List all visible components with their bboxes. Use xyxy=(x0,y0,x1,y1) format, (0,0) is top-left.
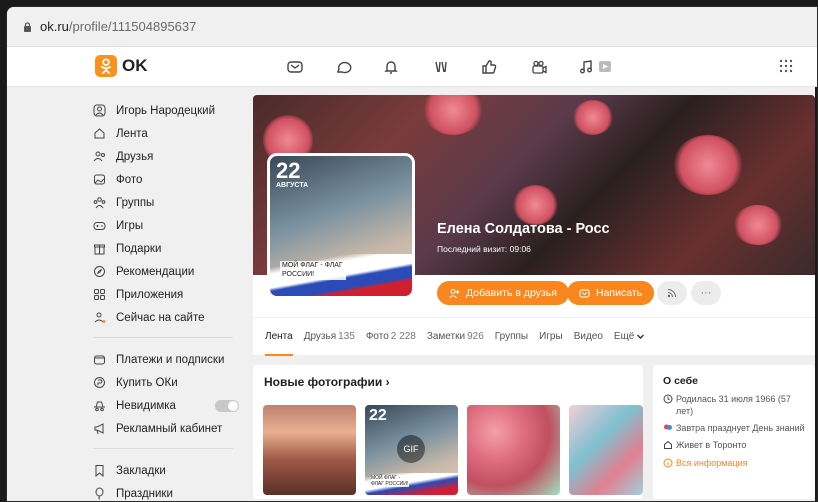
balloon-icon xyxy=(95,487,104,500)
rss-icon xyxy=(667,289,676,298)
sidebar-item-apps[interactable]: Приложения xyxy=(93,283,243,306)
tab-friends[interactable]: Друзья 135 xyxy=(304,318,355,356)
profile-avatar[interactable]: 22 АВГУСТА МОЙ ФЛАГ - ФЛАГ РОССИИ! xyxy=(267,153,415,299)
left-sidebar: Игорь Народецкий Лента Друзья Фото Групп… xyxy=(93,99,243,501)
profile-name: Елена Солдатова - Росс xyxy=(437,221,610,237)
video-icon[interactable] xyxy=(529,57,549,77)
all-info-link[interactable]: Вся информация xyxy=(663,457,805,469)
lock-icon xyxy=(24,21,31,32)
tab-notes[interactable]: Заметки 926 xyxy=(427,318,484,356)
sidebar-divider xyxy=(93,448,233,449)
incognito-icon xyxy=(94,401,105,412)
chevron-down-icon xyxy=(637,334,645,339)
sidebar-item-invisible[interactable]: Невидимка xyxy=(93,394,243,417)
compass-icon xyxy=(94,266,105,277)
birthday-icon xyxy=(663,394,673,404)
about-holiday: Завтра празднует День знаний xyxy=(663,422,805,434)
groups-icon xyxy=(93,197,106,209)
likes-icon[interactable] xyxy=(479,57,499,77)
online-icon xyxy=(94,312,106,323)
sidebar-item-gifts[interactable]: Подарки xyxy=(93,237,243,260)
balloons-icon xyxy=(664,424,672,431)
guests-icon[interactable] xyxy=(431,57,451,77)
last-visit: Последний визит: 09:06 xyxy=(437,244,531,254)
invisible-toggle[interactable] xyxy=(215,399,239,412)
bookmark-icon xyxy=(95,465,104,477)
coin-icon xyxy=(94,377,105,388)
friends-icon xyxy=(93,151,105,162)
about-born: Родилась 31 июля 1966 (57 лет) xyxy=(663,393,805,417)
ok-logo-icon xyxy=(95,55,117,77)
new-photos-section: Новые фотографии › 22 МОЙ ФЛАГ - ФЛАГ РО… xyxy=(253,365,643,499)
photo-thumb[interactable] xyxy=(263,405,356,495)
user-icon xyxy=(93,104,106,117)
top-navbar: OK xyxy=(7,47,817,87)
sidebar-item-holidays[interactable]: Праздники xyxy=(93,482,243,501)
sidebar-item-bookmarks[interactable]: Закладки xyxy=(93,459,243,482)
sidebar-item-games[interactable]: Игры xyxy=(93,214,243,237)
photo-thumb[interactable]: 22 МОЙ ФЛАГ - ФЛАГ РОССИИ! GIF xyxy=(365,405,458,495)
wallet-icon xyxy=(94,355,105,365)
tab-feed[interactable]: Лента xyxy=(265,318,293,356)
new-photos-title[interactable]: Новые фотографии › xyxy=(264,375,390,389)
sidebar-item-friends[interactable]: Друзья xyxy=(93,145,243,168)
sidebar-divider xyxy=(93,337,233,338)
about-location: Живет в Торонто xyxy=(663,439,805,451)
notifications-icon[interactable] xyxy=(381,57,401,77)
profile-cover: 22 АВГУСТА МОЙ ФЛАГ - ФЛАГ РОССИИ! Елена … xyxy=(253,95,815,317)
tab-games[interactable]: Игры xyxy=(539,318,563,356)
sidebar-item-photos[interactable]: Фото xyxy=(93,168,243,191)
avatar-caption: МОЙ ФЛАГ - ФЛАГ РОССИИ! xyxy=(280,261,346,280)
photo-thumb[interactable] xyxy=(569,405,643,495)
subscribe-button[interactable] xyxy=(657,281,687,305)
photo-icon xyxy=(94,174,105,185)
tab-groups[interactable]: Группы xyxy=(495,318,528,356)
sidebar-item-profile[interactable]: Игорь Народецкий xyxy=(93,99,243,122)
sidebar-item-feed[interactable]: Лента xyxy=(93,122,243,145)
music-icon[interactable] xyxy=(577,57,623,77)
apps-grid-icon[interactable] xyxy=(779,59,793,76)
avatar-date: 22 АВГУСТА xyxy=(276,158,309,190)
address-bar[interactable]: ok.ru/profile/111504895637 xyxy=(7,7,817,47)
about-section: О себе Родилась 31 июля 1966 (57 лет) За… xyxy=(653,365,815,499)
profile-main: 22 АВГУСТА МОЙ ФЛАГ - ФЛАГ РОССИИ! Елена … xyxy=(253,95,815,499)
photo-thumb[interactable] xyxy=(467,405,560,495)
sidebar-item-groups[interactable]: Группы xyxy=(93,191,243,214)
sidebar-item-recommendations[interactable]: Рекомендации xyxy=(93,260,243,283)
sidebar-item-online[interactable]: Сейчас на сайте xyxy=(93,306,243,329)
profile-tabs: Лента Друзья 135 Фото 2 228 Заметки 926 Гру… xyxy=(253,317,815,356)
tab-photos[interactable]: Фото 2 228 xyxy=(366,318,416,356)
about-title: О себе xyxy=(663,375,698,387)
info-icon xyxy=(663,458,673,468)
sidebar-item-buy-oki[interactable]: Купить ОКи xyxy=(93,371,243,394)
gamepad-icon xyxy=(93,222,106,230)
sidebar-item-ads[interactable]: Рекламный кабинет xyxy=(93,417,243,440)
write-message-button[interactable]: Написать xyxy=(567,281,655,305)
gift-icon xyxy=(94,244,105,255)
home-icon xyxy=(664,441,672,450)
gif-badge: GIF xyxy=(397,435,425,463)
tab-more[interactable]: Ещё xyxy=(614,318,645,356)
add-user-icon xyxy=(449,288,460,298)
apps-icon xyxy=(94,289,105,300)
ok-logo[interactable]: OK xyxy=(95,55,148,77)
home-icon xyxy=(94,128,105,139)
megaphone-icon xyxy=(94,423,104,435)
add-friend-button[interactable]: Добавить в друзья xyxy=(437,281,569,305)
messages-icon[interactable] xyxy=(285,57,305,77)
message-icon xyxy=(579,289,590,297)
browser-window: ok.ru/profile/111504895637 OK Игорь Наро… xyxy=(6,6,818,502)
url-text: ok.ru/profile/111504895637 xyxy=(40,19,197,34)
discussions-icon[interactable] xyxy=(333,57,353,77)
more-button[interactable]: ··· xyxy=(691,281,721,305)
tab-video[interactable]: Видео xyxy=(574,318,603,356)
sidebar-item-payments[interactable]: Платежи и подписки xyxy=(93,348,243,371)
